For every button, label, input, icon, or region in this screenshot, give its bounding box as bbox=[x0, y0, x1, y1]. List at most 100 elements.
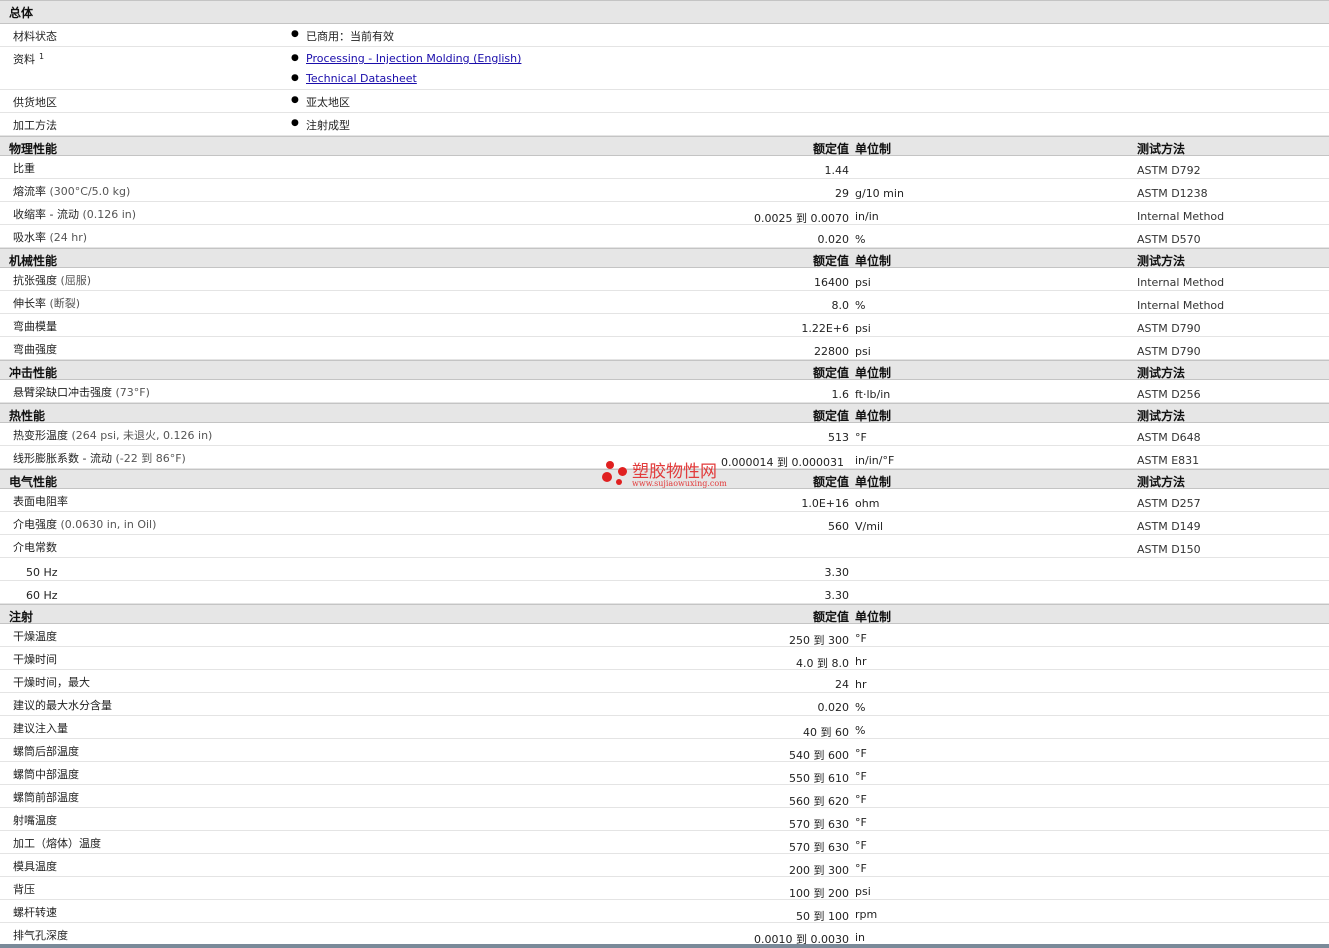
nominal-value: 1.44 bbox=[824, 164, 850, 177]
unit-value: ft·lb/in bbox=[855, 388, 891, 401]
logo-dot-icon bbox=[606, 461, 614, 469]
table-row: 背压 100 到 200 psi bbox=[0, 877, 1329, 900]
property-label: 吸水率 (24 hr) bbox=[13, 231, 88, 244]
nominal-value: 3.30 bbox=[824, 589, 850, 602]
property-label: 表面电阻率 bbox=[13, 495, 68, 508]
property-label: 螺筒后部温度 bbox=[13, 745, 79, 758]
watermark-url: www.sujiaowuxing.com bbox=[632, 479, 727, 488]
unit-value: % bbox=[855, 299, 866, 312]
nominal-value: 22800 bbox=[814, 345, 849, 358]
value-supply-region: 亚太地区 bbox=[291, 94, 350, 110]
value-material-status: 已商用：当前有效 bbox=[291, 28, 394, 44]
unit-value: °F bbox=[855, 747, 867, 760]
table-row: 收缩率 - 流动 (0.126 in) 0.0025 到 0.0070 in/i… bbox=[0, 202, 1329, 225]
property-label: 排气孔深度 bbox=[13, 929, 68, 942]
nominal-value: 200 到 300 bbox=[789, 864, 849, 877]
table-row: 抗张强度 (屈服) 16400 psi Internal Method bbox=[0, 268, 1329, 291]
header-nominal: 额定值 bbox=[812, 409, 849, 423]
table-row: 介电强度 (0.0630 in, in Oil) 560 V/mil ASTM … bbox=[0, 512, 1329, 535]
header-test-method: 测试方法 bbox=[1137, 366, 1186, 380]
header-test-method: 测试方法 bbox=[1137, 254, 1186, 268]
table-row: 射嘴温度 570 到 630 °F bbox=[0, 808, 1329, 831]
table-row: 建议的最大水分含量 0.020 % bbox=[0, 693, 1329, 716]
nominal-value: 4.0 到 8.0 bbox=[796, 657, 849, 670]
property-label: 建议注入量 bbox=[13, 722, 68, 735]
nominal-value: 560 bbox=[828, 520, 849, 533]
nominal-value: 0.020 bbox=[817, 701, 850, 714]
doc-link-processing[interactable]: Processing - Injection Molding (English) bbox=[291, 52, 521, 65]
unit-value: g/10 min bbox=[855, 187, 904, 200]
table-row: 悬臂梁缺口冲击强度 (73°F) 1.6 ft·lb/in ASTM D256 bbox=[0, 380, 1329, 403]
unit-value: V/mil bbox=[855, 520, 884, 533]
unit-value: °F bbox=[855, 632, 867, 645]
doc-link-technical-datasheet[interactable]: Technical Datasheet bbox=[291, 72, 417, 85]
nominal-value: 1.22E+6 bbox=[801, 322, 849, 335]
table-row: 伸长率 (断裂) 8.0 % Internal Method bbox=[0, 291, 1329, 314]
table-row: 螺杆转速 50 到 100 rpm bbox=[0, 900, 1329, 923]
label-processing-method: 加工方法 bbox=[13, 119, 57, 132]
test-method: ASTM D1238 bbox=[1137, 187, 1208, 200]
row-processing-method: 加工方法 注射成型 bbox=[0, 113, 1329, 136]
table-row: 比重 1.44 ASTM D792 bbox=[0, 156, 1329, 179]
logo-dot-icon bbox=[618, 467, 627, 476]
property-sublabel: 60 Hz bbox=[26, 589, 58, 602]
test-method: ASTM D150 bbox=[1137, 543, 1201, 556]
property-label: 干燥时间，最大 bbox=[13, 676, 90, 689]
property-label: 射嘴温度 bbox=[13, 814, 57, 827]
unit-value: % bbox=[855, 724, 866, 737]
nominal-value: 560 到 620 bbox=[789, 795, 849, 808]
unit-value: ohm bbox=[855, 497, 880, 510]
property-label: 螺杆转速 bbox=[13, 906, 57, 919]
table-row: 螺筒前部温度 560 到 620 °F bbox=[0, 785, 1329, 808]
nominal-value: 570 到 630 bbox=[789, 818, 849, 831]
nominal-value: 40 到 60 bbox=[803, 726, 849, 739]
property-label: 干燥温度 bbox=[13, 630, 57, 643]
bottom-scroll-edge bbox=[0, 944, 1329, 948]
test-method: ASTM D792 bbox=[1137, 164, 1201, 177]
unit-value: hr bbox=[855, 678, 867, 691]
section-title-thermal: 热性能 bbox=[9, 409, 46, 423]
section-title-injection: 注射 bbox=[9, 610, 34, 624]
header-nominal: 额定值 bbox=[812, 366, 849, 380]
table-row: 螺筒后部温度 540 到 600 °F bbox=[0, 739, 1329, 762]
table-row: 干燥时间 4.0 到 8.0 hr bbox=[0, 647, 1329, 670]
unit-value: psi bbox=[855, 885, 871, 898]
nominal-value: 16400 bbox=[814, 276, 849, 289]
unit-value: °F bbox=[855, 862, 867, 875]
test-method: ASTM D648 bbox=[1137, 431, 1201, 444]
property-label: 比重 bbox=[13, 162, 35, 175]
property-label: 干燥时间 bbox=[13, 653, 57, 666]
test-method: Internal Method bbox=[1137, 210, 1225, 223]
unit-value: hr bbox=[855, 655, 867, 668]
table-row: 干燥温度 250 到 300 °F bbox=[0, 624, 1329, 647]
table-row: 吸水率 (24 hr) 0.020 % ASTM D570 bbox=[0, 225, 1329, 248]
table-row: 60 Hz 3.30 bbox=[0, 581, 1329, 604]
table-row: 熔流率 (300°C/5.0 kg) 29 g/10 min ASTM D123… bbox=[0, 179, 1329, 202]
nominal-value: 1.0E+16 bbox=[801, 497, 849, 510]
test-method: ASTM D256 bbox=[1137, 388, 1201, 401]
nominal-value: 250 到 300 bbox=[789, 634, 849, 647]
row-supply-region: 供货地区 亚太地区 bbox=[0, 90, 1329, 113]
nominal-value: 1.6 bbox=[831, 388, 850, 401]
section-impact-header: 冲击性能 额定值 单位制 测试方法 bbox=[0, 360, 1329, 380]
property-label: 加工（熔体）温度 bbox=[13, 837, 101, 850]
section-title-mechanical: 机械性能 bbox=[9, 254, 58, 268]
nominal-value: 570 到 630 bbox=[789, 841, 849, 854]
property-label: 建议的最大水分含量 bbox=[13, 699, 112, 712]
table-row: 弯曲模量 1.22E+6 psi ASTM D790 bbox=[0, 314, 1329, 337]
label-supply-region: 供货地区 bbox=[13, 96, 57, 109]
unit-value: % bbox=[855, 701, 866, 714]
unit-value: psi bbox=[855, 276, 871, 289]
property-label: 介电强度 (0.0630 in, in Oil) bbox=[13, 518, 157, 531]
nominal-value: 8.0 bbox=[831, 299, 850, 312]
property-sublabel: 50 Hz bbox=[26, 566, 58, 579]
unit-value: in/in/°F bbox=[855, 454, 895, 467]
nominal-value: 3.30 bbox=[824, 566, 850, 579]
section-title-physical: 物理性能 bbox=[9, 142, 58, 156]
header-test-method: 测试方法 bbox=[1137, 409, 1186, 423]
property-label: 弯曲模量 bbox=[13, 320, 57, 333]
section-mechanical-header: 机械性能 额定值 单位制 测试方法 bbox=[0, 248, 1329, 268]
table-row: 排气孔深度 0.0010 到 0.0030 in bbox=[0, 923, 1329, 946]
unit-value: rpm bbox=[855, 908, 878, 921]
test-method: ASTM D570 bbox=[1137, 233, 1201, 246]
